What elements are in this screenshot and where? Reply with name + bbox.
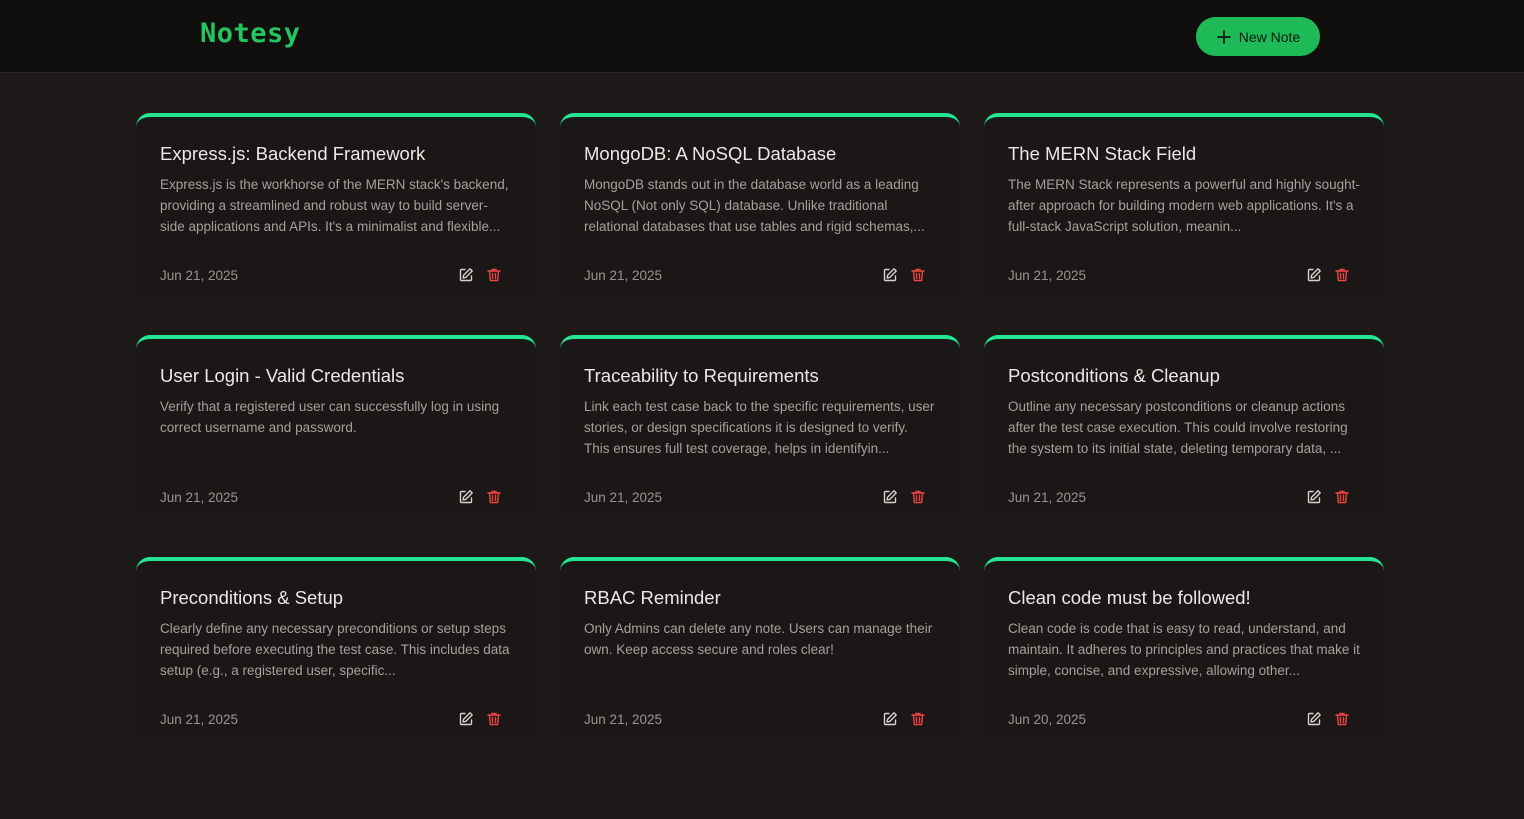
note-actions <box>1306 711 1350 727</box>
note-card[interactable]: Clean code must be followed! Clean code … <box>984 557 1384 737</box>
edit-icon[interactable] <box>1306 711 1322 727</box>
note-actions <box>1306 267 1350 283</box>
note-date: Jun 21, 2025 <box>584 711 663 727</box>
note-actions <box>1306 489 1350 505</box>
note-body: Outline any necessary postconditions or … <box>1008 399 1348 457</box>
note-card[interactable]: Traceability to Requirements Link each t… <box>560 335 960 515</box>
note-footer: Jun 21, 2025 <box>160 267 512 283</box>
note-actions <box>458 711 502 727</box>
trash-icon[interactable] <box>1334 489 1350 505</box>
notes-grid: Express.js: Backend Framework Express.js… <box>136 113 1384 737</box>
note-date: Jun 21, 2025 <box>160 489 239 505</box>
note-title: The MERN Stack Field <box>1008 143 1197 164</box>
note-date: Jun 21, 2025 <box>1008 489 1087 505</box>
edit-icon[interactable] <box>1306 267 1322 283</box>
edit-icon[interactable] <box>1306 489 1322 505</box>
note-title: MongoDB: A NoSQL Database <box>584 143 837 164</box>
trash-icon[interactable] <box>486 267 502 283</box>
trash-icon[interactable] <box>1334 267 1350 283</box>
note-title: User Login - Valid Credentials <box>160 365 405 386</box>
note-body: Clean code is code that is easy to read,… <box>1008 621 1360 679</box>
note-body: The MERN Stack represents a powerful and… <box>1008 177 1360 235</box>
edit-icon[interactable] <box>458 489 474 505</box>
note-card[interactable]: MongoDB: A NoSQL Database MongoDB stands… <box>560 113 960 293</box>
trash-icon[interactable] <box>910 267 926 283</box>
note-title: Express.js: Backend Framework <box>160 143 426 164</box>
note-footer: Jun 21, 2025 <box>584 267 936 283</box>
note-body: Clearly define any necessary preconditio… <box>160 621 510 679</box>
note-actions <box>882 267 926 283</box>
note-footer: Jun 21, 2025 <box>1008 267 1360 283</box>
trash-icon[interactable] <box>486 489 502 505</box>
note-body: Verify that a registered user can succes… <box>160 399 500 436</box>
note-title: Preconditions & Setup <box>160 587 344 608</box>
note-footer: Jun 21, 2025 <box>1008 489 1360 505</box>
note-actions <box>882 489 926 505</box>
trash-icon[interactable] <box>910 711 926 727</box>
note-date: Jun 21, 2025 <box>1008 267 1087 283</box>
edit-icon[interactable] <box>882 267 898 283</box>
note-body: Link each test case back to the specific… <box>584 399 935 457</box>
trash-icon[interactable] <box>1334 711 1350 727</box>
note-body: Express.js is the workhorse of the MERN … <box>160 177 509 235</box>
note-card[interactable]: RBAC Reminder Only Admins can delete any… <box>560 557 960 737</box>
note-body: MongoDB stands out in the database world… <box>584 177 925 235</box>
note-date: Jun 21, 2025 <box>160 711 239 727</box>
note-title: Clean code must be followed! <box>1008 587 1251 608</box>
top-navbar: Notesy New Note <box>0 0 1524 73</box>
note-date: Jun 21, 2025 <box>160 267 239 283</box>
edit-icon[interactable] <box>882 489 898 505</box>
note-title: RBAC Reminder <box>584 587 721 608</box>
note-card[interactable]: User Login - Valid Credentials Verify th… <box>136 335 536 515</box>
new-note-label: New Note <box>1238 28 1301 45</box>
plus-icon <box>1216 29 1232 45</box>
edit-icon[interactable] <box>458 711 474 727</box>
note-body: Only Admins can delete any note. Users c… <box>584 621 933 658</box>
new-note-button[interactable]: New Note <box>1196 17 1320 56</box>
note-footer: Jun 20, 2025 <box>1008 711 1360 727</box>
trash-icon[interactable] <box>910 489 926 505</box>
note-title: Traceability to Requirements <box>584 365 819 386</box>
note-card[interactable]: Postconditions & Cleanup Outline any nec… <box>984 335 1384 515</box>
note-actions <box>458 489 502 505</box>
note-footer: Jun 21, 2025 <box>584 711 936 727</box>
note-title: Postconditions & Cleanup <box>1008 365 1220 386</box>
note-actions <box>882 711 926 727</box>
edit-icon[interactable] <box>882 711 898 727</box>
note-footer: Jun 21, 2025 <box>160 489 512 505</box>
note-date: Jun 21, 2025 <box>584 489 663 505</box>
note-actions <box>458 267 502 283</box>
edit-icon[interactable] <box>458 267 474 283</box>
trash-icon[interactable] <box>486 711 502 727</box>
note-date: Jun 20, 2025 <box>1008 711 1087 727</box>
note-card[interactable]: Express.js: Backend Framework Express.js… <box>136 113 536 293</box>
note-card[interactable]: The MERN Stack Field The MERN Stack repr… <box>984 113 1384 293</box>
note-footer: Jun 21, 2025 <box>160 711 512 727</box>
app-logo[interactable]: Notesy <box>200 18 301 49</box>
note-date: Jun 21, 2025 <box>584 267 663 283</box>
note-footer: Jun 21, 2025 <box>584 489 936 505</box>
note-card[interactable]: Preconditions & Setup Clearly define any… <box>136 557 536 737</box>
